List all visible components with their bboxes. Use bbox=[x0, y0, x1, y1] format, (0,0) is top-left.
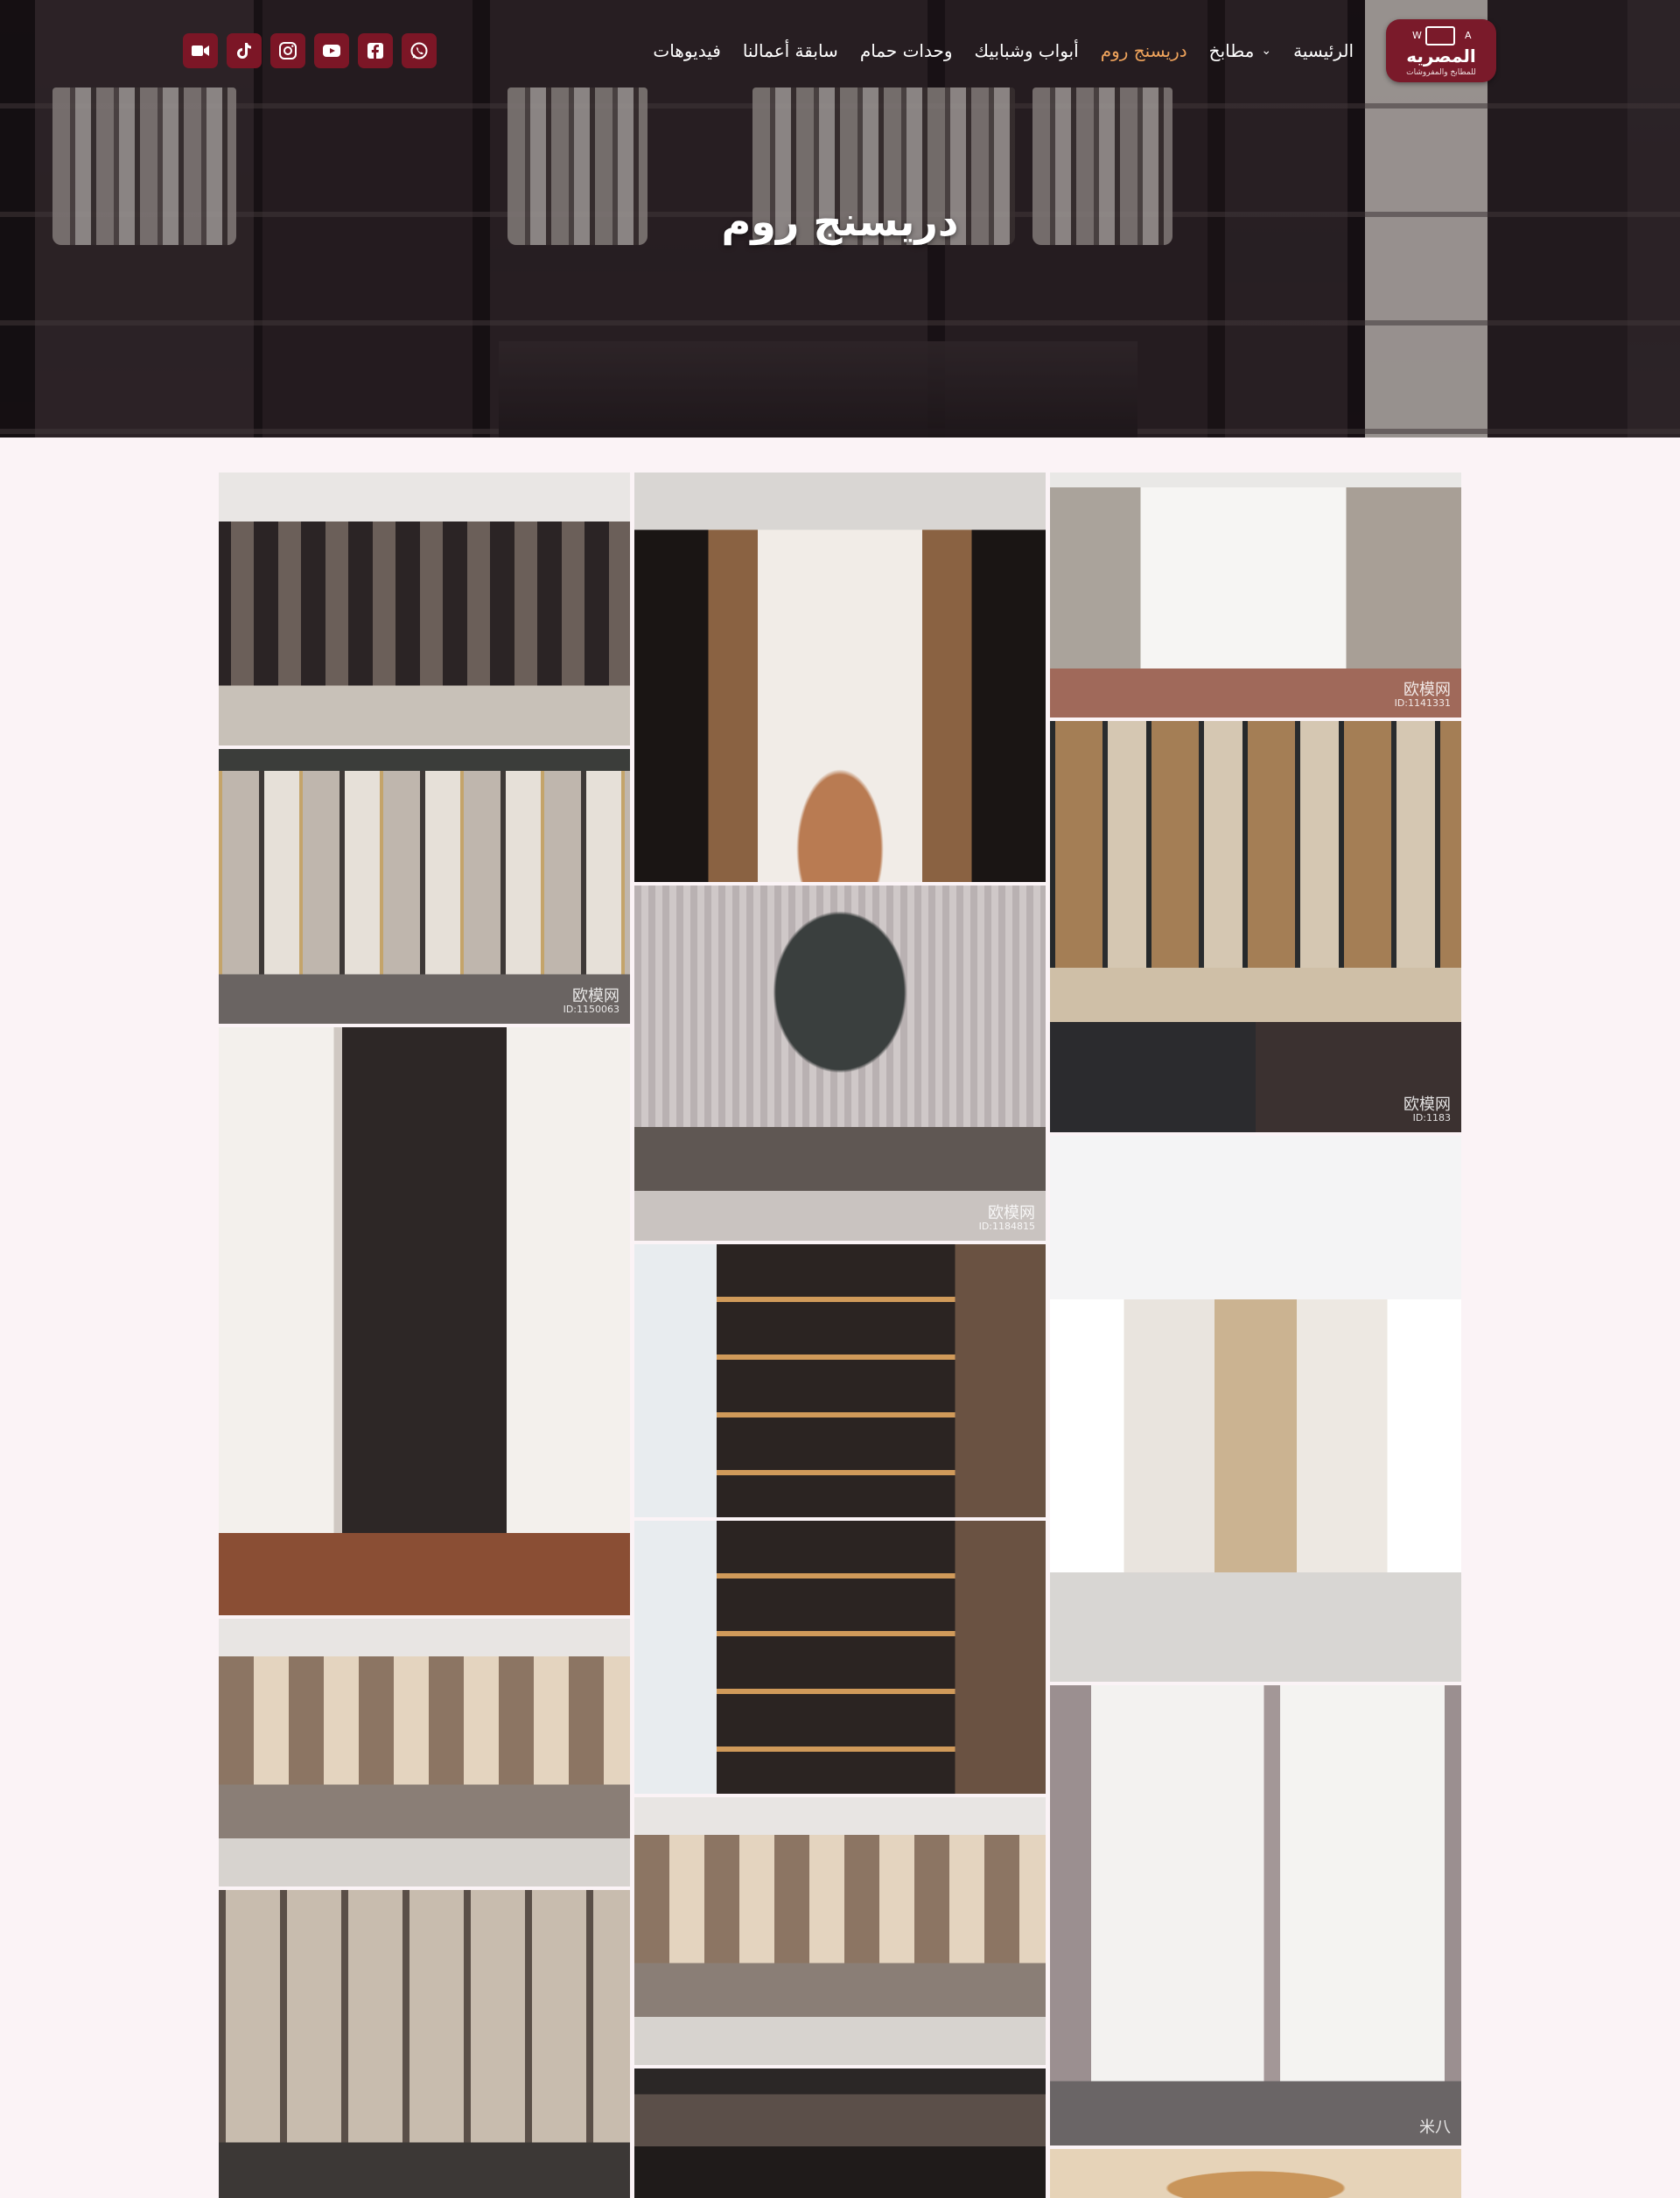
nav-item-bathroom-units[interactable]: وحدات حمام bbox=[860, 40, 953, 61]
site-logo[interactable]: W A المصريه للمطابخ والمفروشات bbox=[1386, 19, 1496, 82]
image-watermark: 欧模网 ID:1150063 bbox=[563, 986, 620, 1016]
dressing-room-photo bbox=[634, 1521, 1046, 1794]
nav-item-label: أبواب وشبابيك bbox=[974, 40, 1079, 61]
gallery-image[interactable] bbox=[219, 472, 630, 746]
nav-item-label: فيديوهات bbox=[653, 40, 721, 61]
logo-building-icon bbox=[1425, 26, 1455, 46]
nav-item-label: مطابخ bbox=[1208, 40, 1255, 61]
dressing-room-photo bbox=[634, 1797, 1046, 2065]
nav-item-label: سابقة أعمالنا bbox=[742, 40, 838, 61]
nav-item-label: دريسنج روم bbox=[1100, 40, 1187, 61]
dressing-room-photo bbox=[1050, 472, 1461, 718]
instagram-icon[interactable] bbox=[270, 33, 305, 68]
dressing-room-photo bbox=[219, 1619, 630, 1886]
gallery-image[interactable] bbox=[634, 472, 1046, 882]
nav-item-dressing-room[interactable]: دريسنج روم bbox=[1101, 40, 1187, 61]
nav-item-portfolio[interactable]: سابقة أعمالنا bbox=[743, 40, 838, 61]
dressing-room-photo bbox=[1050, 721, 1461, 1022]
video-camera-icon[interactable] bbox=[183, 33, 218, 68]
gallery-image[interactable]: 欧模网 ID:1184815 bbox=[634, 886, 1046, 1241]
gallery-image[interactable] bbox=[1050, 2149, 1461, 2198]
dressing-room-photo bbox=[219, 749, 630, 1024]
gallery-image[interactable]: 米八 bbox=[1050, 1685, 1461, 2146]
dressing-room-photo bbox=[1050, 2149, 1461, 2198]
page-title: دريسنج روم bbox=[721, 198, 959, 245]
nav-item-videos[interactable]: فيديوهات bbox=[653, 40, 720, 61]
gallery-image[interactable] bbox=[1050, 721, 1461, 1022]
chevron-down-icon: ⌄ bbox=[1261, 44, 1272, 58]
gallery-image[interactable] bbox=[219, 1027, 630, 1615]
social-links bbox=[183, 33, 437, 68]
nav-item-label: الرئيسية bbox=[1293, 40, 1354, 61]
image-watermark: 米八 bbox=[1419, 2118, 1451, 2138]
laundry-closet-photo bbox=[1050, 1685, 1461, 2146]
gallery-image[interactable]: 欧模网 ID:1141331 bbox=[1050, 472, 1461, 718]
dressing-room-photo bbox=[634, 472, 1046, 882]
logo-letter-right: A bbox=[1465, 30, 1472, 41]
gallery-image[interactable] bbox=[634, 1244, 1046, 1517]
gallery-image[interactable] bbox=[1050, 1136, 1461, 1682]
main-nav: الرئيسية مطابخ ⌄ دريسنج روم أبواب وشبابي… bbox=[653, 35, 1354, 66]
image-watermark: 欧模网 ID:1141331 bbox=[1394, 680, 1451, 710]
image-watermark: 欧模网 ID:1184815 bbox=[978, 1203, 1035, 1233]
nav-item-home[interactable]: الرئيسية bbox=[1293, 40, 1354, 61]
dressing-room-photo bbox=[219, 472, 630, 746]
gallery-image[interactable] bbox=[219, 1619, 630, 1886]
whatsapp-icon[interactable] bbox=[402, 33, 437, 68]
dressing-room-photo bbox=[634, 886, 1046, 1241]
gallery-image[interactable]: 欧模网 ID:1150063 bbox=[219, 749, 630, 1024]
gallery-image[interactable] bbox=[219, 1890, 630, 2198]
gallery-image[interactable]: 欧模网 ID:1183 bbox=[1050, 1022, 1461, 1132]
nav-item-label: وحدات حمام bbox=[859, 40, 953, 61]
tiktok-icon[interactable] bbox=[227, 33, 262, 68]
gallery-image[interactable] bbox=[634, 1797, 1046, 2065]
gallery-image[interactable] bbox=[634, 1521, 1046, 1794]
dressing-room-photo bbox=[1050, 1022, 1461, 1132]
logo-tagline: للمطابخ والمفروشات bbox=[1406, 68, 1476, 77]
dressing-room-photo bbox=[634, 1244, 1046, 1517]
dressing-room-photo bbox=[219, 1890, 630, 2198]
image-watermark: 欧模网 ID:1183 bbox=[1404, 1095, 1451, 1124]
logo-name: المصريه bbox=[1406, 46, 1476, 66]
gallery-image[interactable] bbox=[634, 2068, 1046, 2198]
nav-item-doors-windows[interactable]: أبواب وشبابيك bbox=[974, 40, 1078, 61]
dressing-room-photo bbox=[1050, 1136, 1461, 1682]
youtube-icon[interactable] bbox=[314, 33, 349, 68]
nav-item-kitchens[interactable]: مطابخ ⌄ bbox=[1209, 40, 1271, 61]
logo-letter-left: W bbox=[1412, 30, 1422, 41]
dressing-room-photo bbox=[634, 2068, 1046, 2198]
dressing-room-photo bbox=[219, 1027, 630, 1615]
facebook-icon[interactable] bbox=[358, 33, 393, 68]
